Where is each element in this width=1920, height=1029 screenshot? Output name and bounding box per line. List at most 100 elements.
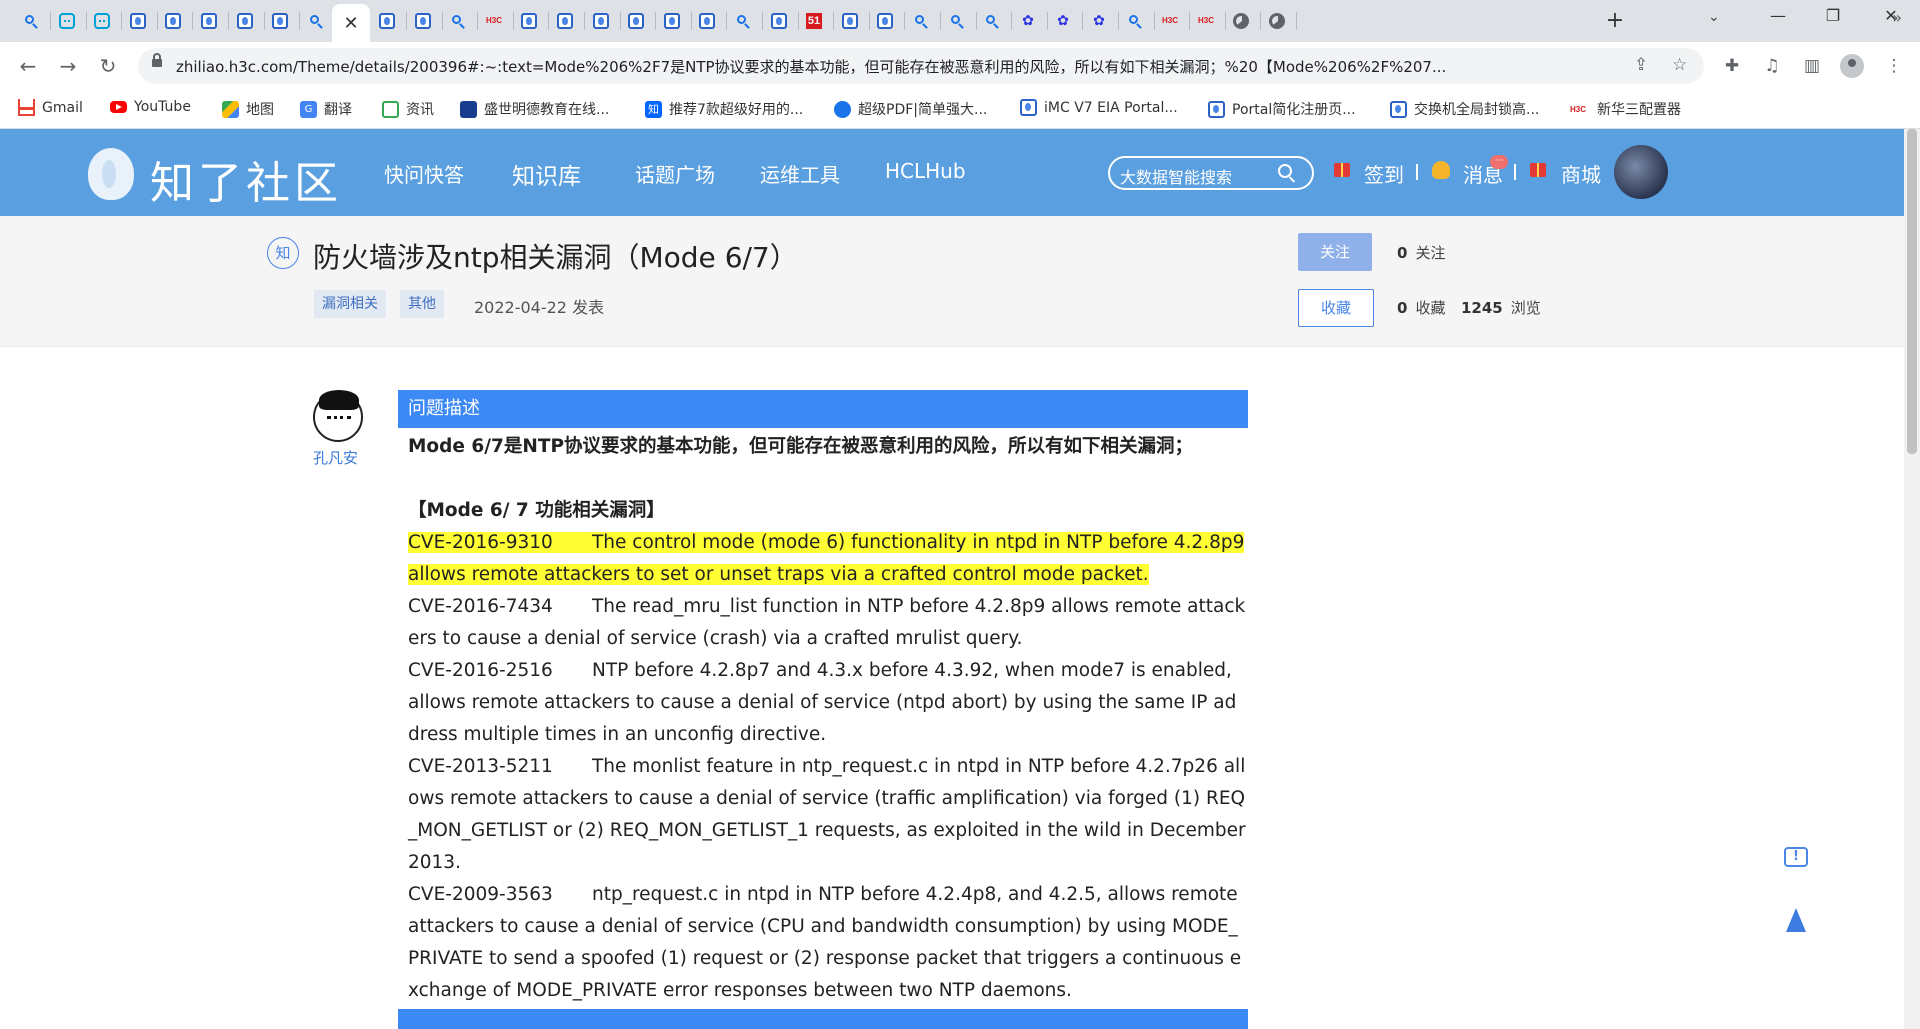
browser-tab[interactable] xyxy=(261,6,299,36)
browser-tab[interactable] xyxy=(119,6,157,36)
h3c-icon: H3C xyxy=(1570,104,1587,114)
extensions-icon[interactable]: ✚ xyxy=(1720,56,1744,76)
side-panel-icon[interactable]: ▥ xyxy=(1800,56,1824,76)
browser-tab[interactable]: H3C xyxy=(1187,6,1225,36)
bookmark-item[interactable]: 交换机全局封锁高... xyxy=(1390,99,1539,119)
profile-icon[interactable] xyxy=(1840,54,1864,78)
bookmarks-more-icon[interactable]: » xyxy=(1892,8,1902,27)
address-bar[interactable]: zhiliao.h3c.com/Theme/details/200396#:~:… xyxy=(138,48,1704,84)
browser-tab[interactable] xyxy=(510,6,548,36)
browser-tab[interactable] xyxy=(688,6,726,36)
site-search-input[interactable]: 大数据智能搜索 xyxy=(1108,156,1314,190)
window-close-icon[interactable]: ✕ xyxy=(1871,6,1911,25)
feedback-icon[interactable]: ! xyxy=(1784,847,1808,867)
author-avatar[interactable] xyxy=(313,390,363,442)
browser-tab[interactable] xyxy=(938,6,976,36)
nav-knowledge-base[interactable]: 知识库 xyxy=(512,157,581,191)
nav-ops-tools[interactable]: 运维工具 xyxy=(760,159,840,188)
browser-tab[interactable] xyxy=(653,6,691,36)
bookmark-item[interactable]: H3C 新华三配置器 xyxy=(1570,99,1681,119)
browser-tab[interactable] xyxy=(546,6,584,36)
new-tab-button[interactable]: + xyxy=(1602,8,1628,33)
browser-tab[interactable] xyxy=(973,6,1011,36)
tag-vulnerability[interactable]: 漏洞相关 xyxy=(314,290,386,318)
bookmark-item[interactable]: YouTube xyxy=(110,99,191,115)
browser-tab[interactable] xyxy=(724,6,762,36)
browser-tab[interactable]: ✿ xyxy=(1009,6,1047,36)
browser-tab[interactable]: H3C xyxy=(1151,6,1189,36)
search-icon xyxy=(949,13,965,29)
checkin-link[interactable]: 签到 xyxy=(1364,159,1404,188)
mall-link[interactable]: 商城 xyxy=(1561,159,1601,188)
browser-tab[interactable] xyxy=(902,6,940,36)
back-to-top-icon[interactable] xyxy=(1786,908,1806,932)
bookmark-item[interactable]: 资讯 xyxy=(382,99,434,119)
scrollbar-thumb[interactable] xyxy=(1907,129,1917,454)
author-name[interactable]: 孔凡安 xyxy=(313,447,358,468)
follow-button[interactable]: 关注 xyxy=(1298,233,1372,271)
maximize-icon[interactable]: ❐ xyxy=(1813,6,1853,25)
bookmark-item[interactable]: 知推荐7款超级好用的... xyxy=(645,99,803,119)
search-icon[interactable] xyxy=(1278,164,1292,178)
nav-quick-qa[interactable]: 快问快答 xyxy=(384,159,464,188)
nav-hclhub[interactable]: HCLHub xyxy=(885,159,966,183)
site-logo[interactable]: 知了社区 xyxy=(150,147,342,211)
bell-icon[interactable] xyxy=(1432,161,1450,179)
browser-tab[interactable] xyxy=(831,6,869,36)
browser-tab[interactable]: H3C xyxy=(475,6,513,36)
browser-tab[interactable] xyxy=(760,6,798,36)
zhiliao-icon xyxy=(593,13,609,29)
bookmark-item[interactable]: Portal简化注册页... xyxy=(1208,99,1356,119)
views-count: 1245 xyxy=(1461,299,1503,317)
browser-tab[interactable] xyxy=(154,6,192,36)
logo-icon[interactable] xyxy=(88,148,134,200)
browser-tab[interactable] xyxy=(1258,6,1296,36)
browser-tab[interactable]: ✿ xyxy=(1080,6,1118,36)
bookmark-item[interactable]: G 翻译 xyxy=(300,99,352,119)
bookmark-item[interactable]: Gmail xyxy=(18,99,83,116)
media-control-icon[interactable]: ♫ xyxy=(1760,56,1784,76)
browser-tab[interactable] xyxy=(404,6,442,36)
forward-icon[interactable]: → xyxy=(54,52,82,80)
reload-icon[interactable]: ↻ xyxy=(94,52,122,80)
mall-gift-icon[interactable] xyxy=(1530,163,1546,177)
nav-topic-square[interactable]: 话题广场 xyxy=(635,159,715,188)
bookmark-item[interactable]: 地图 xyxy=(222,99,274,119)
favorite-button[interactable]: 收藏 xyxy=(1298,289,1374,327)
bookmark-item[interactable]: 超级PDF|简单强大... xyxy=(834,99,987,119)
bookmark-star-icon[interactable]: ☆ xyxy=(1672,55,1687,75)
tab-active[interactable]: ✕ xyxy=(332,4,370,42)
lock-icon[interactable] xyxy=(152,53,162,67)
close-icon[interactable]: ✕ xyxy=(343,13,358,34)
browser-tab[interactable] xyxy=(582,6,620,36)
bookmark-item[interactable]: 盛世明德教育在线... xyxy=(460,99,609,119)
browser-tab[interactable] xyxy=(617,6,655,36)
url-text[interactable]: zhiliao.h3c.com/Theme/details/200396#:~:… xyxy=(176,56,1616,77)
checkin-gift-icon[interactable] xyxy=(1334,163,1350,177)
browser-tab[interactable] xyxy=(226,6,264,36)
menu-kebab-icon[interactable]: ⋮ xyxy=(1882,56,1906,76)
cve-id: CVE-2016-2516 xyxy=(408,660,553,681)
browser-tab[interactable] xyxy=(83,6,121,36)
user-avatar[interactable] xyxy=(1614,145,1668,199)
browser-tab[interactable] xyxy=(297,6,335,36)
browser-tab[interactable] xyxy=(439,6,477,36)
bookmark-item[interactable]: iMC V7 EIA Portal... xyxy=(1020,99,1178,116)
zhiliao-icon xyxy=(521,13,537,29)
browser-tab[interactable] xyxy=(12,6,50,36)
browser-tab[interactable]: ✿ xyxy=(1044,6,1082,36)
browser-tab[interactable] xyxy=(368,6,406,36)
search-icon xyxy=(450,13,466,29)
browser-tab[interactable] xyxy=(1116,6,1154,36)
browser-tab[interactable] xyxy=(190,6,228,36)
minimize-icon[interactable]: — xyxy=(1758,6,1798,25)
tab-search-dropdown-icon[interactable]: ⌄ xyxy=(1708,9,1720,25)
tag-other[interactable]: 其他 xyxy=(400,290,444,318)
back-icon[interactable]: ← xyxy=(14,52,42,80)
browser-tab[interactable]: 51 xyxy=(795,6,833,36)
browser-tab[interactable] xyxy=(48,6,86,36)
share-icon[interactable]: ⇪ xyxy=(1634,55,1648,75)
tab-strip: ✕ H3C 51 ✿ ✿ ✿ H3C H3C xyxy=(0,0,1920,42)
browser-tab[interactable] xyxy=(1222,6,1260,36)
browser-tab[interactable] xyxy=(866,6,904,36)
